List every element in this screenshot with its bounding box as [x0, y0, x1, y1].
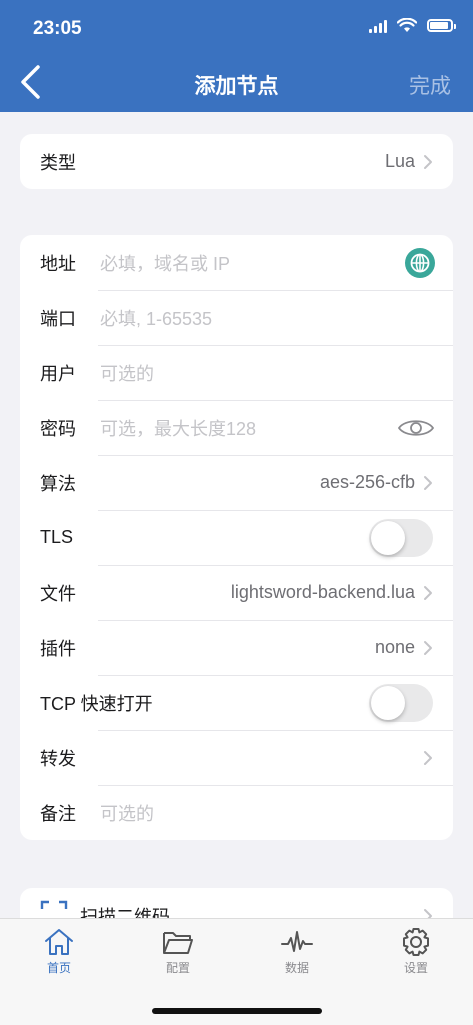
- password-label: 密码: [40, 418, 76, 439]
- note-row[interactable]: 备注 可选的: [20, 785, 453, 840]
- user-input[interactable]: 可选的: [100, 360, 154, 386]
- algorithm-row[interactable]: 算法 aes-256-cfb: [20, 455, 453, 510]
- file-value: lightsword-backend.lua: [230, 582, 415, 602]
- tab-label: 设置: [403, 961, 428, 975]
- tab-label: 首页: [46, 961, 71, 975]
- plugin-row[interactable]: 插件 none: [20, 620, 453, 675]
- address-label: 地址: [40, 253, 76, 274]
- node-form-card: 地址 必填，域名或 IP 端口 必填, 1-65535 用户 可选的 密码 可选…: [20, 235, 453, 840]
- port-row[interactable]: 端口 必填, 1-65535: [20, 290, 453, 345]
- chevron-right-icon: [424, 476, 432, 490]
- tab-data[interactable]: 数据: [252, 927, 342, 976]
- address-input[interactable]: 必填，域名或 IP: [100, 250, 230, 276]
- note-input[interactable]: 可选的: [100, 800, 154, 826]
- toggle-knob: [371, 520, 405, 555]
- password-input[interactable]: 可选，最大长度128: [100, 415, 256, 441]
- forward-row[interactable]: 转发: [20, 730, 453, 785]
- algorithm-value: aes-256-cfb: [319, 472, 415, 492]
- waveform-icon: [281, 931, 313, 952]
- type-row[interactable]: 类型 Lua: [20, 134, 453, 189]
- gear-icon: [403, 928, 429, 956]
- done-button[interactable]: 完成: [409, 70, 451, 100]
- type-card: 类型 Lua: [20, 134, 453, 189]
- plugin-value: none: [374, 637, 415, 657]
- cellular-signal-icon: [369, 19, 387, 33]
- app-header: 23:05 添加节点 完成: [0, 0, 473, 112]
- chevron-right-icon: [424, 586, 432, 600]
- page-title: 添加节点: [194, 75, 279, 98]
- chevron-right-icon: [424, 641, 432, 655]
- address-row[interactable]: 地址 必填，域名或 IP: [20, 235, 453, 290]
- tab-settings[interactable]: 设置: [371, 927, 461, 976]
- globe-icon[interactable]: [405, 247, 435, 278]
- house-icon: [45, 929, 73, 955]
- battery-icon: [427, 19, 456, 32]
- status-time: 23:05: [33, 18, 82, 39]
- tcp-fast-open-label: TCP 快速打开: [40, 693, 153, 714]
- user-label: 用户: [40, 363, 76, 384]
- type-label: 类型: [40, 152, 76, 173]
- tab-config[interactable]: 配置: [133, 927, 223, 976]
- home-indicator: [152, 1008, 322, 1014]
- eye-icon[interactable]: [397, 416, 435, 440]
- plugin-label: 插件: [40, 638, 76, 659]
- forward-label: 转发: [40, 748, 76, 769]
- tcp-fast-open-row: TCP 快速打开: [20, 675, 453, 730]
- tls-row: TLS: [20, 510, 453, 565]
- type-value: Lua: [384, 151, 415, 171]
- tls-toggle[interactable]: [369, 518, 433, 557]
- port-label: 端口: [40, 308, 76, 329]
- status-icons: [369, 18, 456, 33]
- tls-label: TLS: [40, 527, 74, 547]
- tab-home[interactable]: 首页: [14, 927, 104, 976]
- folder-icon: [163, 932, 193, 954]
- tcp-fast-open-toggle[interactable]: [369, 683, 433, 722]
- tab-label: 数据: [284, 961, 309, 975]
- file-label: 文件: [40, 583, 76, 604]
- password-row[interactable]: 密码 可选，最大长度128: [20, 400, 453, 455]
- file-row[interactable]: 文件 lightsword-backend.lua: [20, 565, 453, 620]
- tab-label: 配置: [165, 961, 190, 975]
- user-row[interactable]: 用户 可选的: [20, 345, 453, 400]
- note-label: 备注: [40, 803, 76, 824]
- toggle-knob: [371, 685, 405, 720]
- chevron-right-icon: [424, 155, 432, 169]
- wifi-icon: [397, 18, 417, 32]
- port-input[interactable]: 必填, 1-65535: [100, 305, 212, 331]
- chevron-right-icon: [424, 751, 432, 765]
- algorithm-label: 算法: [40, 473, 76, 494]
